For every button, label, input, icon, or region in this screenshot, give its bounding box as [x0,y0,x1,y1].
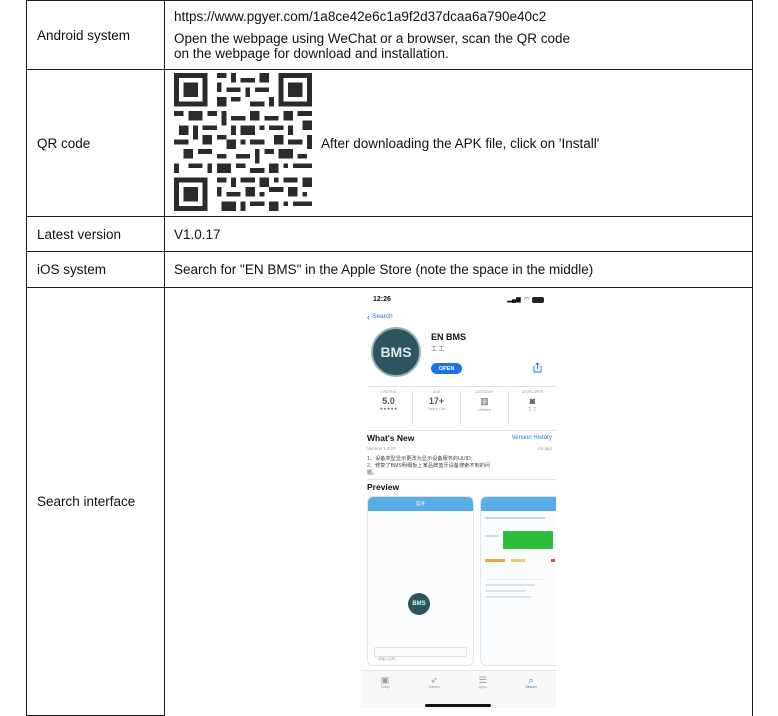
app-logo: BMS [371,327,421,377]
stat-age: AGE 17+ Years Old [413,390,461,426]
divider [367,430,556,431]
calculator-icon: ▥ [480,396,489,406]
table-row: Search interface 12:26 ▂▄▆ ◠ ‹ Search BM… [26,287,753,716]
row-label: Latest version [26,216,165,252]
battery-icon [532,296,544,303]
table-row: Latest version V1.0.17 [26,216,753,252]
table-row: iOS system Search for "EN BMS" in the Ap… [26,251,753,288]
qr-code-icon[interactable] [174,73,312,211]
stack-icon: ☰ [478,675,487,685]
open-button[interactable]: OPEN [431,363,462,374]
tab-today[interactable]: ▣ Today [380,675,389,689]
preview-input: 请输入名称 [374,647,467,661]
whats-new-heading: What's New [367,433,415,443]
search-icon: ⌕ [528,675,534,685]
table-row: Android system https://www.pgyer.com/1a8… [26,0,753,70]
back-button[interactable]: ‹ Search [367,311,393,322]
row-label: QR code [26,69,165,217]
table-row: QR code After downloading the APK file, … [26,69,753,217]
wifi-icon: ◠ [523,297,529,303]
share-icon[interactable] [533,362,542,373]
download-url[interactable]: https://www.pgyer.com/1a8ce42e6c1a9f2d37… [174,9,752,24]
phone-screenshot: 12:26 ▂▄▆ ◠ ‹ Search BMS EN BMS 工 工 OPEN… [361,292,556,712]
tab-search[interactable]: ⌕ Search [525,675,536,689]
chevron-left-icon: ‹ [367,311,370,322]
status-icons: ▂▄▆ ◠ [507,296,544,303]
row-value: https://www.pgyer.com/1a8ce42e6c1a9f2d37… [164,0,753,70]
tab-bar: ▣ Today ➶ Games ☰ Apps ⌕ Search [361,670,556,708]
preview-card-2 [480,496,556,666]
row-label: Search interface [26,287,165,716]
release-note-3: 题。 [367,470,378,476]
version-history-link[interactable]: Version History [512,435,552,441]
developer-icon: ◙ [529,396,536,406]
today-icon: ▣ [380,675,390,685]
tab-games[interactable]: ➶ Games [429,675,440,689]
info-table: Android system https://www.pgyer.com/1a8… [26,0,753,716]
stat-rating: 1 RATING 5.0 ★★★★★ [365,390,413,426]
qr-instruction: After downloading the APK file, click on… [321,135,600,151]
divider [367,386,556,387]
stat-category: CATEGORY ▥ Utilities [461,390,509,426]
preview-heading: Preview [367,482,400,492]
instruction-line-1: Open the webpage using WeChat or a brows… [174,31,570,46]
instruction-line-2: on the webpage for download and installa… [174,46,449,61]
preview-card-1: 蓝牙 BMS 请输入名称 [367,496,474,666]
home-indicator [425,704,491,707]
preview-logo: BMS [408,593,430,615]
ios-instruction: Search for "EN BMS" in the Apple Store (… [164,251,753,288]
update-age: 6d ago [538,446,552,451]
app-name: EN BMS [431,332,467,342]
screenshot-cell: 12:26 ▂▄▆ ◠ ‹ Search BMS EN BMS 工 工 OPEN… [164,287,753,716]
status-time: 12:26 [373,296,391,303]
version-number: Version 1.0.27 [367,446,396,451]
rocket-icon: ➶ [430,675,438,685]
document: Android system https://www.pgyer.com/1a8… [26,0,753,716]
tab-apps[interactable]: ☰ Apps [479,675,487,689]
row-label: Android system [26,0,165,70]
back-label: Search [372,313,393,320]
logo-text: BMS [380,344,412,360]
row-label: iOS system [26,251,165,288]
divider [367,479,556,480]
signal-icon: ▂▄▆ [507,297,521,303]
row-value: After downloading the APK file, click on… [164,69,753,217]
stats-row: 1 RATING 5.0 ★★★★★ AGE 17+ Years Old CAT… [365,390,556,426]
app-subtitle: 工 工 [431,347,445,353]
release-note-2: 2、修复了BMS明细板上某品牌蓝牙设备搜索不到的问 [367,463,491,469]
preview-title-bar: 蓝牙 [368,497,473,511]
version-value: V1.0.17 [164,216,753,252]
stat-developer: DEVELOPER ◙ 工 工 [509,390,556,426]
release-note-1: 1、设备类型显示更改为显示设备服务的UUID; [367,456,473,462]
